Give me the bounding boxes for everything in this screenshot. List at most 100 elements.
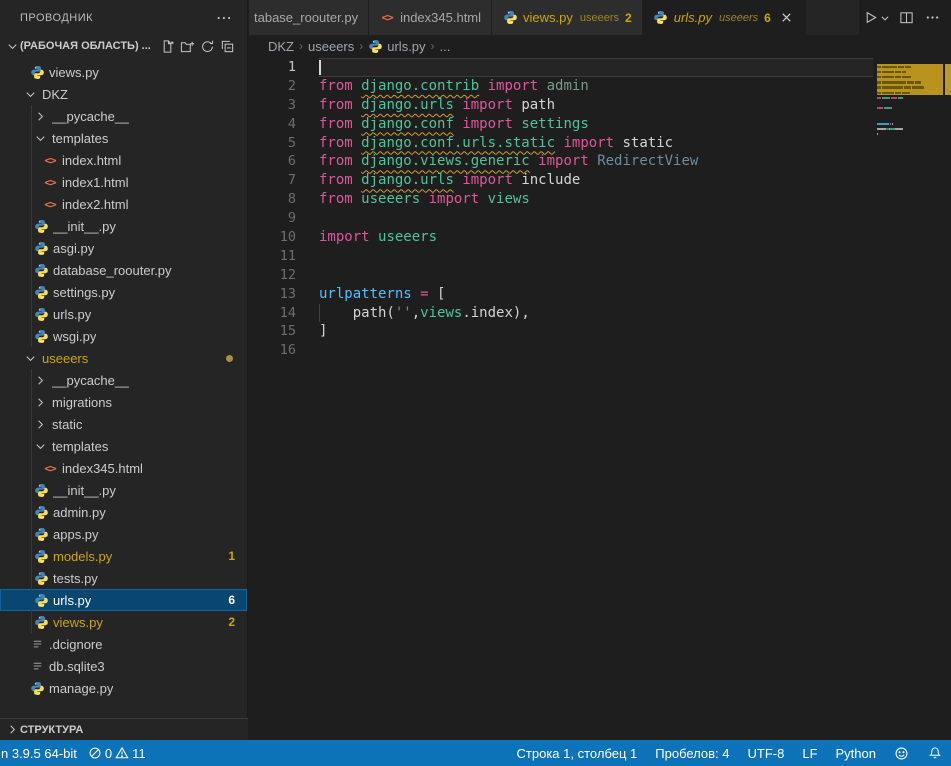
explorer-more-actions-icon[interactable]: ⋯ — [210, 8, 239, 28]
tree-item-label: static — [52, 417, 82, 432]
status-item-encoding[interactable]: UTF-8 — [739, 740, 794, 766]
python-file-icon — [33, 526, 49, 542]
tree-item-views-py[interactable]: views.py — [0, 61, 247, 83]
status-item-language-mode[interactable]: Python — [827, 740, 885, 766]
status-item-eol[interactable]: LF — [793, 740, 826, 766]
tree-item-models-py[interactable]: models.py1 — [0, 545, 247, 567]
python-file-icon — [29, 680, 45, 696]
tab-tabase-roouter-py[interactable]: tabase_roouter.py — [249, 0, 369, 35]
status-item-feedback[interactable] — [885, 740, 918, 766]
tree-item-wsgi-py[interactable]: wsgi.py — [0, 325, 247, 347]
tree-item-DKZ[interactable]: DKZ — [0, 83, 247, 105]
code-line-11[interactable]: 11 — [249, 247, 951, 266]
tree-item-manage-py[interactable]: manage.py — [0, 677, 247, 699]
tree-item-urls-py[interactable]: urls.py6 — [0, 589, 247, 611]
tree-item-label: asgi.py — [53, 241, 94, 256]
code-line-3[interactable]: 3from django.urls import path — [249, 96, 951, 115]
editor-more-actions-icon[interactable] — [921, 7, 943, 29]
minimap[interactable] — [877, 59, 943, 142]
code-line-4[interactable]: 4from django.conf import settings — [249, 115, 951, 134]
status-bar: n 3.9.5 64-bit011 Строка 1, столбец 1Про… — [0, 740, 951, 766]
tree-item--pycache-[interactable]: __pycache__ — [0, 105, 247, 127]
code-line-6[interactable]: 6 from django.views.generic import Redire… — [249, 152, 951, 171]
workspace-section-header[interactable]: (РАБОЧАЯ ОБЛАСТЬ) ... — [0, 35, 247, 57]
code-line-7[interactable]: 7from django.urls import include — [249, 171, 951, 190]
tree-item--pycache-[interactable]: __pycache__ — [0, 369, 247, 391]
tree-item-label: __pycache__ — [52, 109, 129, 124]
tab-views-py[interactable]: views.pyuseeers2 — [492, 0, 643, 35]
line-number: 6 — [249, 152, 296, 171]
tree-item-db-sqlite3[interactable]: db.sqlite3 — [0, 655, 247, 677]
split-editor-button[interactable] — [895, 7, 917, 29]
python-file-icon — [33, 482, 49, 498]
code-line-15[interactable]: 15] — [249, 322, 951, 341]
tree-item--init-py[interactable]: __init__.py — [0, 479, 247, 501]
status-item-indentation[interactable]: Пробелов: 4 — [646, 740, 738, 766]
run-python-file-button[interactable] — [859, 7, 881, 29]
status-item-python-interpreter[interactable]: n 3.9.5 64-bit — [0, 740, 80, 766]
run-dropdown-icon[interactable] — [879, 7, 891, 29]
breadcrumb-item-DKZ[interactable]: DKZ — [268, 39, 294, 54]
code-line-14[interactable]: 14 path('',views.index), — [249, 304, 951, 323]
line-number: 7 — [249, 171, 296, 190]
tree-item-index345-html[interactable]: <>index345.html — [0, 457, 247, 479]
tree-item-asgi-py[interactable]: asgi.py — [0, 237, 247, 259]
tree-item-label: settings.py — [53, 285, 115, 300]
code-line-16[interactable]: 16 — [249, 341, 951, 360]
tree-item-urls-py[interactable]: urls.py — [0, 303, 247, 325]
code-line-10[interactable]: 10import useeers — [249, 228, 951, 247]
tree-item-views-py[interactable]: views.py2 — [0, 611, 247, 633]
code-line-13[interactable]: 13urlpatterns = [ — [249, 285, 951, 304]
tree-item-static[interactable]: static — [0, 413, 247, 435]
tree-item-settings-py[interactable]: settings.py — [0, 281, 247, 303]
tree-item-database-roouter-py[interactable]: database_roouter.py — [0, 259, 247, 281]
tree-item-label: urls.py — [53, 593, 91, 608]
code-editor[interactable]: 12from django.contrib import admin3from … — [249, 57, 951, 740]
code-line-1[interactable]: 1 — [249, 58, 951, 77]
overview-ruler[interactable] — [945, 59, 951, 742]
code-line-5[interactable]: 5from django.conf.urls.static import sta… — [249, 134, 951, 153]
line-content: from useeers import views — [319, 190, 873, 209]
line-number: 16 — [249, 341, 296, 360]
tab-bar: tabase_roouter.py<>index345.htmlviews.py… — [249, 0, 951, 35]
python-file-icon — [33, 614, 49, 630]
tree-item--init-py[interactable]: __init__.py — [0, 215, 247, 237]
chevron-right-icon — [32, 108, 48, 124]
code-line-12[interactable]: 12 — [249, 266, 951, 285]
tree-item-templates[interactable]: templates — [0, 435, 247, 457]
tab-problem-badge: 6 — [764, 11, 771, 25]
close-tab-icon[interactable] — [779, 10, 795, 26]
status-item-cursor-position[interactable]: Строка 1, столбец 1 — [508, 740, 647, 766]
new-folder-button[interactable] — [177, 36, 197, 56]
new-file-button[interactable] — [157, 36, 177, 56]
code-line-9[interactable]: 9 — [249, 209, 951, 228]
outline-section-header[interactable]: СТРУКТУРА — [0, 718, 248, 740]
breadcrumb-item--[interactable]: ... — [440, 39, 451, 54]
status-item-problems[interactable]: 011 — [80, 740, 154, 766]
refresh-explorer-button[interactable] — [197, 36, 217, 56]
breadcrumb-item-urls-py[interactable]: urls.py — [387, 39, 425, 54]
code-line-8[interactable]: 8from useeers import views — [249, 190, 951, 209]
tree-item--dcignore[interactable]: .dcignore — [0, 633, 247, 655]
tree-item-migrations[interactable]: migrations — [0, 391, 247, 413]
text-cursor — [319, 60, 321, 75]
tree-item-tests-py[interactable]: tests.py — [0, 567, 247, 589]
status-item-notifications[interactable] — [918, 740, 951, 766]
tree-item-admin-py[interactable]: admin.py — [0, 501, 247, 523]
tab-index345-html[interactable]: <>index345.html — [369, 0, 492, 35]
collapse-folders-button[interactable] — [217, 36, 237, 56]
breadcrumb-item-useeers[interactable]: useeers — [308, 39, 354, 54]
tree-item-index2-html[interactable]: <>index2.html — [0, 193, 247, 215]
line-content: from django.views.generic import Redirec… — [319, 152, 873, 171]
tab-urls-py[interactable]: urls.pyuseeers6 — [643, 0, 806, 35]
code-line-2[interactable]: 2from django.contrib import admin — [249, 77, 951, 96]
line-number: 4 — [249, 115, 296, 134]
tree-item-index-html[interactable]: <>index.html — [0, 149, 247, 171]
line-number: 9 — [249, 209, 296, 228]
line-content — [319, 341, 873, 360]
tree-item-templates[interactable]: templates — [0, 127, 247, 149]
tree-item-index1-html[interactable]: <>index1.html — [0, 171, 247, 193]
tree-item-apps-py[interactable]: apps.py — [0, 523, 247, 545]
tree-item-useeers[interactable]: useeers — [0, 347, 247, 369]
warning-count: 11 — [132, 746, 146, 761]
